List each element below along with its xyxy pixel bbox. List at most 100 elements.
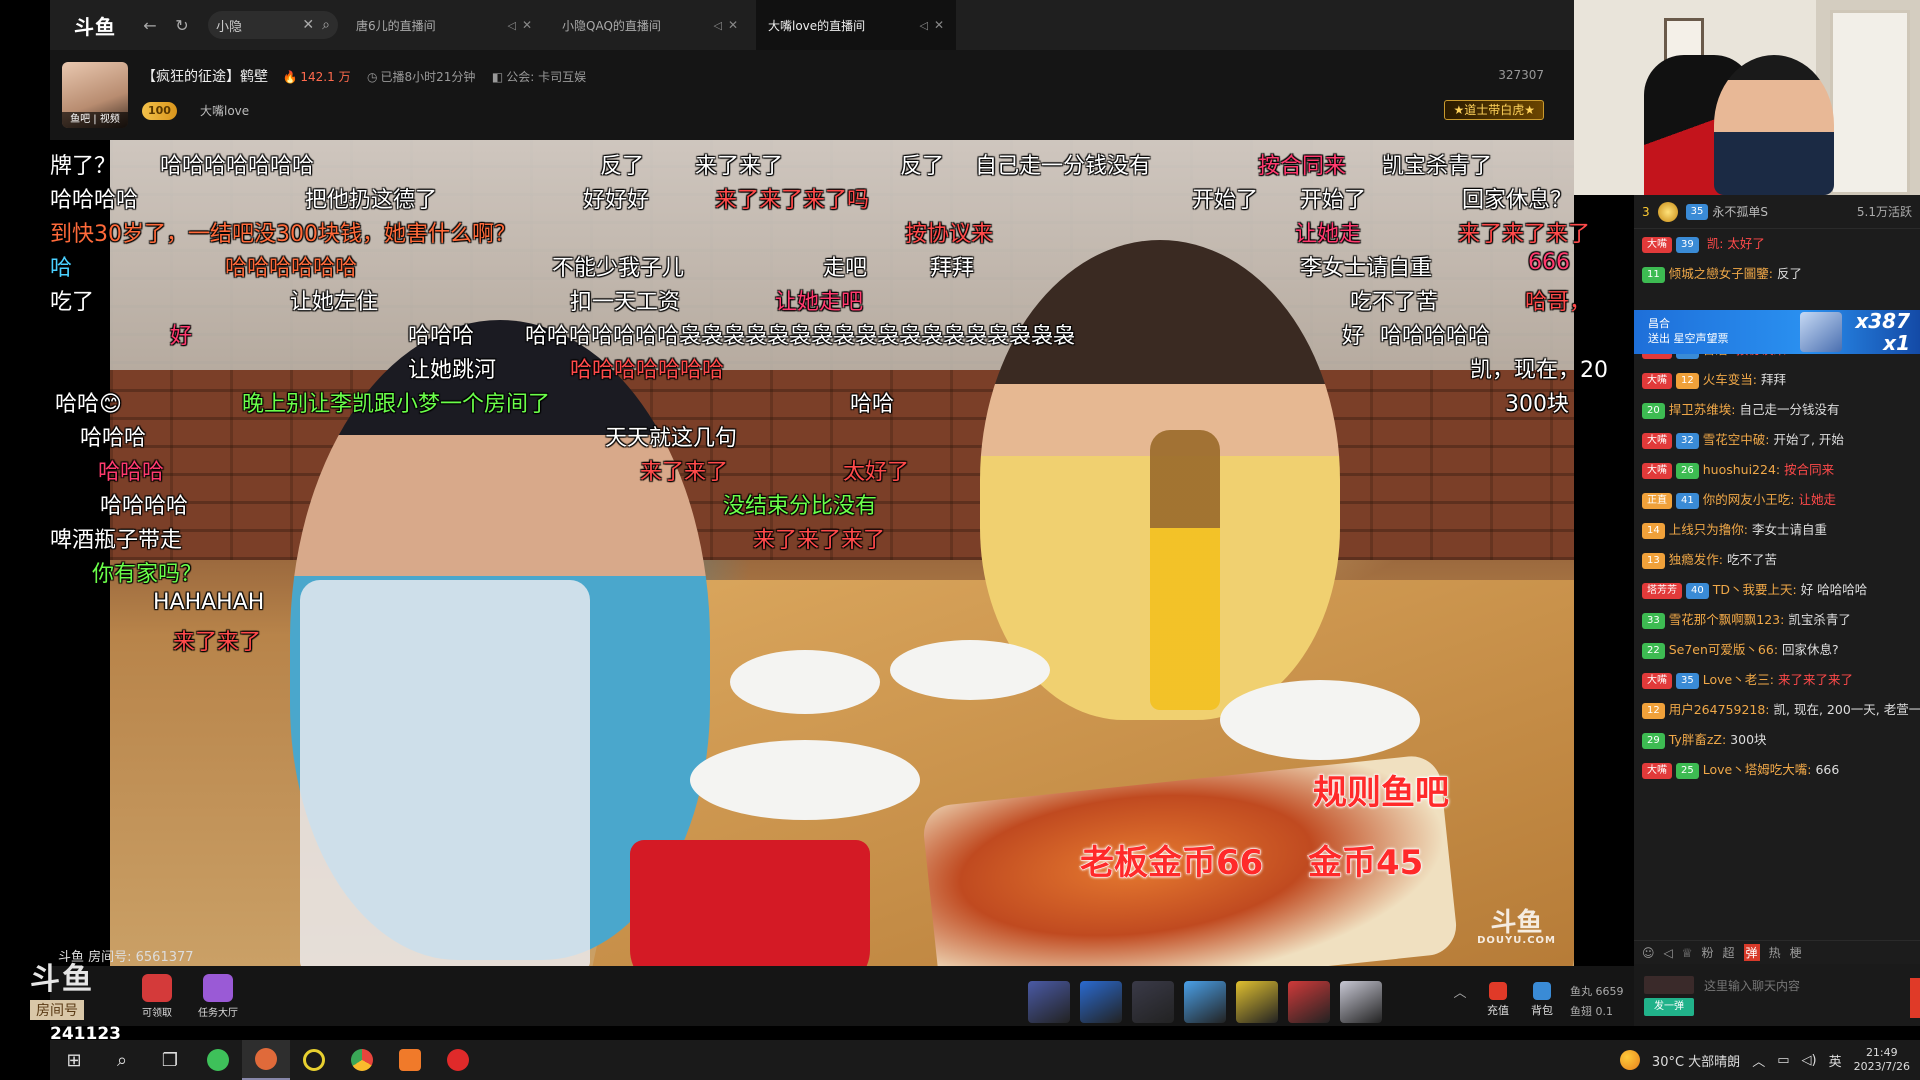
search-icon[interactable]: ⌕ [98,1040,146,1080]
chat-message[interactable]: 大嘴 12 火车变当: 拜拜 [1634,365,1920,395]
speaker-icon[interactable]: ◁ [713,19,721,32]
tab-0[interactable]: 唐6儿的直播间 ◁ ✕ [344,0,544,50]
gift-banner: 昌合 送出 星空声望票 x387 x1 [1634,310,1920,354]
fan-button[interactable]: 粉 [1702,944,1714,961]
speaker-icon[interactable]: ◁ [1664,946,1673,960]
chat-message[interactable]: 22 Se7en可爱版丶66: 回家休息? [1634,635,1920,665]
gift-item[interactable] [1340,981,1382,1023]
chat-message[interactable]: 14 上线只为撸你: 李女士请自重 [1634,515,1920,545]
video-player[interactable]: 规则鱼吧 老板金币66 金币45 斗鱼 DOUYU.COM [110,140,1574,966]
task-view-icon[interactable]: ❐ [146,1040,194,1080]
app-icon-yellow[interactable] [290,1040,338,1080]
chat-text: 李女士请自重 [1751,522,1827,537]
chat-message[interactable]: 29 Ty胖畜zZ: 300块 [1634,725,1920,755]
app-icon-green[interactable] [194,1040,242,1080]
chat-username[interactable]: Love丶老三: [1703,672,1774,687]
chat-message[interactable]: 11 倾城之戀女子圖鑒: 反了 [1634,259,1920,289]
chat-username[interactable]: 你的网友小王吃: [1703,492,1795,507]
chat-username[interactable]: TD丶我要上天: [1713,582,1797,597]
gift-item[interactable] [1132,981,1174,1023]
weather-text[interactable]: 30°C 大部晴朗 [1652,1051,1740,1070]
back-icon[interactable]: ← [138,13,162,37]
app-icon-douyu[interactable] [242,1040,290,1080]
meme-button[interactable]: 梗 [1790,944,1802,961]
tray-up-icon[interactable]: ︿ [1752,1051,1765,1070]
chat-username[interactable]: 倾城之戀女子圖鑒: [1669,266,1773,281]
chat-username[interactable]: Ty胖畜zZ: [1669,732,1726,747]
chat-username[interactable]: huoshui224: [1703,462,1780,477]
windows-start-icon[interactable]: ⊞ [50,1040,98,1080]
task-hall-button[interactable]: 任务大厅 [190,974,246,1019]
chat-message[interactable]: 33 雪花那个飘啊飘123: 凯宝杀青了 [1634,605,1920,635]
top-user[interactable]: 永不孤单S [1712,203,1768,220]
chat-message[interactable]: 大嘴 35 Love丶老三: 来了来了来了 [1634,665,1920,695]
recharge-button[interactable]: 充值 [1478,982,1518,1018]
anchor-name[interactable]: 大嘴love [200,102,249,120]
backpack-button[interactable]: 背包 [1522,982,1562,1018]
super-button[interactable]: 超 [1723,944,1735,961]
chat-message[interactable]: 12 用户264759218:凯, 现在, 200一天, 老萱一欧的多 [1634,695,1920,725]
chat-username[interactable]: 捍卫苏维埃: [1669,402,1736,417]
send-accent[interactable] [1910,978,1920,1018]
gift-item[interactable] [1184,981,1226,1023]
clear-icon[interactable]: ✕ [302,17,314,33]
network-icon[interactable]: ▭ [1777,1053,1789,1068]
chat-badge: 11 [1642,266,1665,283]
danmu-button[interactable]: 弹 [1743,944,1760,961]
rank-badge[interactable]: ★道士带白虎★ [1444,100,1544,120]
close-icon[interactable]: ✕ [934,18,944,32]
chat-username[interactable]: 用户264759218: [1669,702,1770,717]
chat-message[interactable]: 大嘴 26 huoshui224: 按合同来 [1634,455,1920,485]
wallet[interactable]: 鱼丸 6659 鱼翅 0.1 [1570,982,1624,1022]
send-option[interactable] [1644,976,1694,994]
chat-input[interactable] [1704,974,1904,998]
hot-button[interactable]: 热 [1769,944,1781,961]
volume-icon[interactable]: ◁) [1802,1053,1817,1068]
search-icon[interactable]: ⌕ [322,17,330,33]
guild-icon: ◧ [491,70,504,84]
gift-item[interactable] [1288,981,1330,1023]
chat-username[interactable]: Se7en可爱版丶66: [1669,642,1778,657]
chat-username[interactable]: 雪花空中破: [1703,432,1770,447]
chat-username[interactable]: 上线只为撸你: [1669,522,1748,537]
close-icon[interactable]: ✕ [728,18,738,32]
netease-music-icon[interactable] [434,1040,482,1080]
chat-username[interactable]: 火车变当: [1703,372,1757,387]
crown-icon[interactable]: ♕ [1682,946,1693,960]
chat-rank-bar[interactable]: 3 35 永不孤单S 5.1万活跃 [1634,195,1920,229]
gift-item[interactable] [1080,981,1122,1023]
refresh-icon[interactable]: ↻ [170,13,194,37]
tab-1[interactable]: 小隐QAQ的直播间 ◁ ✕ [550,0,750,50]
chrome-icon[interactable] [338,1040,386,1080]
send-button[interactable]: 发一弹 [1644,998,1694,1016]
chat-username[interactable]: 独瘾发作: [1669,552,1723,567]
anchor-avatar[interactable]: 鱼吧 | 视频 [62,62,128,128]
app-icon-douyu-client[interactable] [386,1040,434,1080]
chat-message[interactable]: 大嘴 32 雪花空中破: 开始了, 开始 [1634,425,1920,455]
gift-item[interactable] [1028,981,1070,1023]
speaker-icon[interactable]: ◁ [507,19,515,32]
chat-message[interactable]: 大嘴 39 凯: 太好了 [1634,229,1920,259]
chat-message[interactable]: 13 独瘾发作: 吃不了苦 [1634,545,1920,575]
ime-indicator[interactable]: 英 [1829,1051,1842,1070]
tab-2[interactable]: 大嘴love的直播间 ◁ ✕ [756,0,956,50]
chat-message[interactable]: 20 捍卫苏维埃: 自己走一分钱没有 [1634,395,1920,425]
stream-info-bar: 鱼吧 | 视频 【疯狂的征途】鹤壁 🔥 142.1 万 ◷ 已播8小时21分钟 ◧ 公… [50,50,1574,140]
claim-button[interactable]: 可领取 [135,974,179,1019]
search-input[interactable] [216,17,296,33]
emoji-icon[interactable]: ☺ [1642,946,1655,960]
chat-message[interactable]: 正直 41 你的网友小王吃: 让她走 [1634,485,1920,515]
close-icon[interactable]: ✕ [522,18,532,32]
chat-username[interactable]: 雪花那个飘啊飘123: [1669,612,1785,627]
guild-name[interactable]: 公会: 卡司互娱 [506,70,586,84]
clock[interactable]: 21:49 2023/7/26 [1854,1046,1910,1074]
gift-item[interactable] [1236,981,1278,1023]
chat-username[interactable]: Love丶塔姆吃大嘴: [1703,762,1812,777]
douyu-logo[interactable]: 斗鱼 [60,8,130,42]
avatar-tag[interactable]: 鱼吧 | 视频 [62,112,128,128]
speaker-icon[interactable]: ◁ [919,19,927,32]
more-gifts-arrow[interactable]: ︿ [1440,982,1480,1001]
chat-message[interactable]: 大嘴 25 Love丶塔姆吃大嘴: 666 [1634,755,1920,785]
chat-badge: 26 [1676,462,1699,479]
chat-message[interactable]: 塔芳芳 40 TD丶我要上天: 好 哈哈哈哈 [1634,575,1920,605]
